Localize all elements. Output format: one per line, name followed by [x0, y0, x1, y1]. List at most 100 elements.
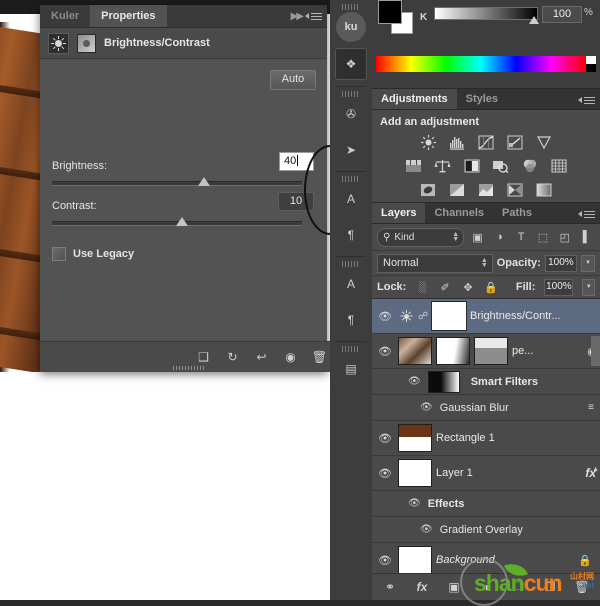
hue-saturation-icon[interactable]	[403, 157, 424, 175]
posterize-icon[interactable]	[447, 181, 467, 199]
vector-mask-thumbnail[interactable]	[474, 337, 508, 365]
dock-grip-1[interactable]	[342, 4, 360, 10]
gaussian-blur-label[interactable]: Gaussian Blur	[440, 402, 509, 414]
filter-pixel-icon[interactable]: ▣	[469, 229, 486, 246]
smart-filters-visibility-icon[interactable]: 👁	[408, 376, 421, 387]
black-white-icon[interactable]	[461, 157, 482, 175]
foreground-color-swatch[interactable]	[378, 0, 402, 24]
link-layers-icon[interactable]: ⚭	[383, 580, 398, 595]
new-fill-adjustment-icon[interactable]: ◑	[479, 580, 494, 595]
dock-grip-4[interactable]	[342, 261, 360, 267]
dock-item-paragraph[interactable]: ¶	[336, 220, 366, 250]
channel-mixer-icon[interactable]	[519, 157, 540, 175]
dock-item-histogram[interactable]: ▤	[336, 354, 366, 384]
table-row[interactable]: 👁 ☍ Brightness/Contr...	[372, 299, 600, 334]
dock-item-paragraph-styles[interactable]: ¶	[336, 305, 366, 335]
layer-mask-thumbnail[interactable]	[436, 337, 470, 365]
lock-position-icon[interactable]: ✥	[461, 279, 475, 296]
invert-icon[interactable]	[418, 181, 438, 199]
k-channel-knob[interactable]	[529, 16, 539, 24]
reset-icon[interactable]: ↩	[254, 350, 269, 365]
collapse-panel-icon[interactable]: ▶▶	[291, 11, 304, 22]
dock-item-character[interactable]: A	[336, 184, 366, 214]
layer-name[interactable]: Layer 1	[436, 467, 585, 479]
filter-shape-icon[interactable]: ⬚	[535, 229, 552, 246]
layer-name[interactable]: pe...	[512, 345, 584, 357]
opacity-dropdown-icon[interactable]: ▼	[581, 254, 595, 272]
gradient-overlay-visibility-icon[interactable]: 👁	[420, 524, 433, 535]
lock-transparent-pixels-icon[interactable]: ░	[415, 279, 429, 296]
add-layer-mask-icon[interactable]: ▣	[447, 580, 462, 595]
color-lookup-icon[interactable]	[548, 157, 569, 175]
tab-adjustments[interactable]: Adjustments	[372, 89, 457, 109]
resize-grip[interactable]	[172, 366, 205, 370]
dock-item-brushes[interactable]: ✇	[336, 99, 366, 129]
layer-thumbnail[interactable]	[398, 424, 432, 452]
link-mask-icon[interactable]: ☍	[418, 311, 429, 322]
filter-toggle-switch[interactable]: ▌	[578, 229, 595, 246]
effects-visibility-icon[interactable]: 👁	[408, 498, 421, 509]
fill-dropdown-icon[interactable]: ▼	[582, 278, 595, 296]
tab-paths[interactable]: Paths	[493, 203, 541, 223]
table-row[interactable]: 👁 pe... ◉	[372, 334, 600, 369]
tab-styles[interactable]: Styles	[457, 89, 507, 109]
gradient-overlay-label[interactable]: Gradient Overlay	[440, 524, 523, 536]
dock-item-adjustments[interactable]: ❖	[335, 48, 367, 80]
list-item[interactable]: 👁 Smart Filters	[372, 369, 600, 395]
filter-settings-icon[interactable]: ≡	[588, 402, 594, 413]
color-swatches[interactable]	[378, 0, 413, 34]
photo-filter-icon[interactable]	[490, 157, 511, 175]
use-legacy-checkbox[interactable]	[52, 247, 66, 261]
dock-grip-3[interactable]	[342, 176, 360, 182]
layer-name[interactable]: Rectangle 1	[436, 432, 600, 444]
delete-icon[interactable]: 🗑	[312, 350, 327, 365]
opacity-value[interactable]: 100%	[544, 254, 578, 272]
layer-name[interactable]: Brightness/Contr...	[470, 310, 600, 322]
dock-grip-5[interactable]	[342, 346, 360, 352]
effects-label[interactable]: Effects	[428, 498, 465, 510]
layer-name[interactable]: Background	[436, 554, 578, 566]
layer-visibility-icon[interactable]: 👁	[372, 432, 398, 445]
exposure-icon[interactable]	[505, 133, 525, 151]
brightness-slider[interactable]	[52, 177, 302, 186]
gaussian-blur-visibility-icon[interactable]: 👁	[420, 402, 433, 413]
threshold-icon[interactable]	[476, 181, 496, 199]
vibrance-icon[interactable]	[534, 133, 554, 151]
selective-color-icon[interactable]	[505, 181, 525, 199]
expand-effects-chevron-icon[interactable]: ▲	[592, 466, 599, 473]
add-layer-style-icon[interactable]: fx	[415, 580, 430, 595]
brightness-input[interactable]: 40	[279, 152, 314, 171]
tab-layers[interactable]: Layers	[372, 203, 426, 223]
brightness-slider-knob[interactable]	[198, 177, 210, 186]
dock-grip-2[interactable]	[342, 91, 360, 97]
gradient-map-icon[interactable]	[534, 181, 554, 199]
color-spectrum-ramp[interactable]	[376, 56, 586, 72]
brightness-contrast-icon[interactable]	[418, 133, 438, 151]
layer-filter-kind-select[interactable]: ⚲ Kind ▲ ▼	[377, 227, 465, 247]
color-balance-icon[interactable]	[432, 157, 453, 175]
list-item[interactable]: 👁 Effects	[372, 491, 600, 517]
preview-previous-state-icon[interactable]: ↻	[225, 350, 240, 365]
layer-visibility-icon[interactable]: 👁	[372, 310, 398, 323]
lock-image-pixels-icon[interactable]: ✐	[438, 279, 452, 296]
layer-visibility-icon[interactable]: 👁	[372, 345, 398, 358]
layer-thumbnail[interactable]	[398, 546, 432, 574]
layer-visibility-icon[interactable]: 👁	[372, 467, 398, 480]
dock-item-character-styles[interactable]: A	[336, 269, 366, 299]
color-ramp-blackwhite[interactable]	[586, 56, 596, 72]
dock-item-brush-presets[interactable]: ➤	[336, 135, 366, 165]
k-channel-value[interactable]: 100	[542, 6, 582, 23]
levels-icon[interactable]	[447, 133, 467, 151]
list-item[interactable]: 👁 Gradient Overlay	[372, 517, 600, 543]
tab-kuler[interactable]: Kuler	[40, 5, 90, 27]
table-row[interactable]: 👁 Layer 1 fx ▲	[372, 456, 600, 491]
contrast-slider[interactable]	[52, 217, 302, 226]
tab-channels[interactable]: Channels	[425, 203, 493, 223]
layer-mask-thumbnail[interactable]	[431, 301, 467, 331]
lock-all-icon[interactable]: 🔒	[484, 279, 498, 296]
delete-layer-icon[interactable]: 🗑	[574, 580, 589, 595]
contrast-slider-knob[interactable]	[176, 217, 188, 226]
clip-to-layer-icon[interactable]: ❑	[196, 350, 211, 365]
filter-adjustment-icon[interactable]: ◑	[491, 229, 508, 246]
layer-visibility-icon[interactable]: 👁	[372, 554, 398, 567]
